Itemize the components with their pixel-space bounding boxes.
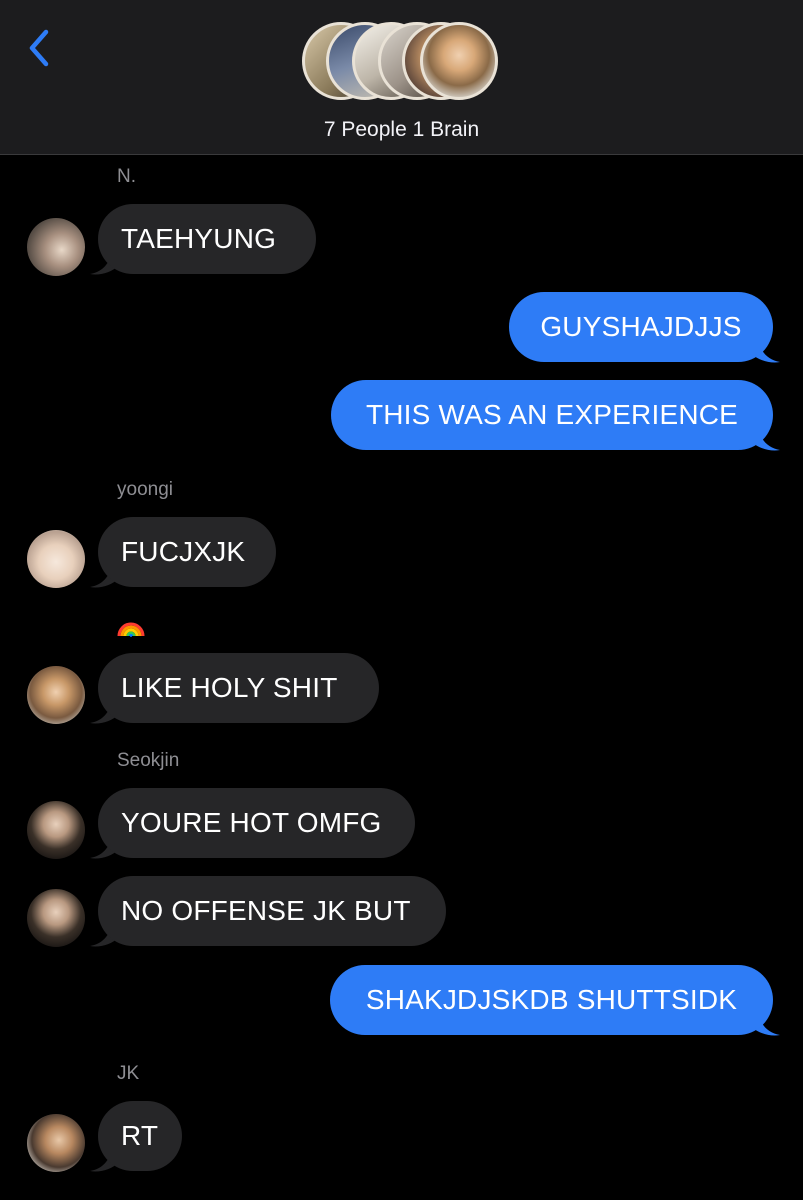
group-title[interactable]: 7 People 1 Brain [0,118,803,142]
sender-name: N. [117,166,136,187]
incoming-message-bubble[interactable]: YOURE HOT OMFG [98,788,415,858]
outgoing-message-bubble[interactable]: SHAKJDJSKDB SHUTTSIDK [330,965,773,1035]
outgoing-message-bubble[interactable]: GUYSHAJDJJS [509,292,773,362]
incoming-message-bubble[interactable]: LIKE HOLY SHIT [98,653,379,723]
avatar[interactable] [27,666,85,724]
rainbow-emoji-icon [117,622,145,638]
sender-name: JK [117,1063,140,1084]
avatar[interactable] [27,218,85,276]
group-member-avatar [420,22,498,100]
conversation-header: 7 People 1 Brain [0,0,803,155]
avatar[interactable] [27,801,85,859]
sender-name: yoongi [117,479,173,500]
incoming-message-bubble[interactable]: RT [98,1101,182,1171]
incoming-message-bubble[interactable]: NO OFFENSE JK BUT [98,876,446,946]
chevron-left-icon [29,29,49,67]
incoming-message-bubble[interactable]: TAEHYUNG [98,204,316,274]
avatar[interactable] [27,530,85,588]
avatar[interactable] [27,1114,85,1172]
incoming-message-bubble[interactable]: FUCJXJK [98,517,276,587]
outgoing-message-bubble[interactable]: THIS WAS AN EXPERIENCE [331,380,773,450]
sender-name: Seokjin [117,750,180,771]
avatar[interactable] [27,889,85,947]
group-avatar-stack[interactable] [302,22,502,106]
back-button[interactable] [22,26,62,70]
